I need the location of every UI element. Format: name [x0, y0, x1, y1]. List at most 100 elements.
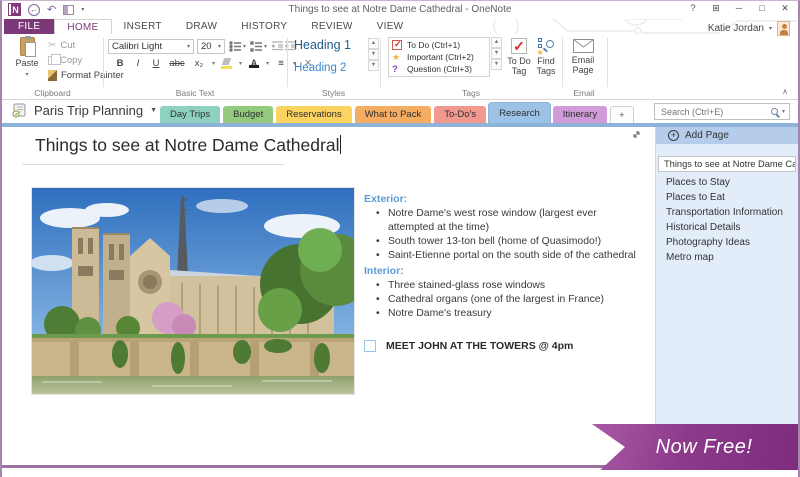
exterior-bullet[interactable]: Notre Dame's west rose window (largest e… [388, 207, 618, 235]
interior-heading[interactable]: Interior: [364, 265, 656, 277]
window-control-close[interactable]: ✕ [778, 3, 792, 14]
search-input[interactable] [659, 106, 767, 118]
interior-bullet[interactable]: Cathedral organs (one of the largest in … [388, 293, 656, 307]
section-tab-reservations[interactable]: Reservations [276, 106, 351, 123]
script-caret-icon[interactable]: ▾ [212, 60, 215, 67]
ribbon-tab-draw[interactable]: DRAW [174, 19, 229, 34]
ribbon-tab-history[interactable]: HISTORY [229, 19, 299, 34]
page-item-photography-ideas[interactable]: Photography Ideas [656, 235, 798, 250]
italic-button[interactable]: I [132, 58, 144, 69]
font-format-row: B I U abc x₂ ▾ ▾ A ▾ ≡ ▾ ✕ [114, 58, 314, 69]
interior-bullet[interactable]: Notre Dame's treasury [388, 307, 656, 321]
window-control-maximize[interactable]: □ [755, 3, 769, 14]
add-page-button[interactable]: + Add Page [656, 127, 798, 144]
style-heading2[interactable]: Heading 2 [294, 62, 366, 74]
font-size-combo[interactable]: 20▾ [197, 39, 225, 54]
window-control-ribbon-display-options[interactable]: ⊞ [709, 3, 723, 14]
tag-item-todo[interactable]: To Do (Ctrl+1) [392, 40, 486, 50]
paragraph-align-button[interactable]: ≡ [275, 58, 287, 69]
highlight-button[interactable] [221, 58, 233, 69]
onenote-window: N ← ↶ ▾ Things to see at Notre Dame Cath… [0, 0, 800, 477]
tag-icon [392, 52, 402, 62]
tags-down-icon[interactable]: ▼ [491, 48, 502, 59]
style-heading1[interactable]: Heading 1 [294, 38, 366, 52]
strikethrough-button[interactable]: abc [168, 58, 186, 69]
styles-more-icon[interactable]: ▼ [368, 60, 379, 71]
todo-checkbox[interactable] [364, 340, 376, 352]
account-caret-icon: ▾ [769, 25, 772, 32]
search-icon[interactable] [771, 108, 778, 115]
window-control-minimize[interactable]: ─ [732, 3, 746, 14]
find-tags-button[interactable]: ★ Find Tags [533, 38, 559, 76]
tags-up-icon[interactable]: ▲ [491, 37, 502, 48]
page-item-places-to-eat[interactable]: Places to Eat [656, 190, 798, 205]
search-box: ▾ [654, 103, 790, 120]
window-control-help[interactable]: ? [686, 3, 700, 14]
email-page-button[interactable]: Email Page [568, 39, 598, 75]
font-caret-icon: ▾ [187, 43, 190, 50]
underline-button[interactable]: U [150, 58, 162, 69]
section-tab-day-trips[interactable]: Day Trips [160, 106, 220, 123]
bold-button[interactable]: B [114, 58, 126, 69]
decrease-indent-button[interactable] [272, 41, 283, 51]
section-tab-to-dos[interactable]: To-Do's [434, 106, 486, 123]
format-painter-button[interactable]: Format Painter [48, 70, 124, 81]
interior-bullet[interactable]: Three stained-glass rose windows [388, 279, 656, 293]
now-free-text: Now Free! [638, 436, 753, 459]
exterior-heading[interactable]: Exterior: [364, 193, 656, 205]
tags-more-icon[interactable]: ▼ [491, 59, 502, 70]
envelope-icon [573, 39, 594, 53]
to-do-tag-button[interactable]: ✓ To Do Tag [506, 38, 532, 76]
exterior-bullet[interactable]: South tower 13-ton bell (home of Quasimo… [388, 235, 656, 249]
paste-button[interactable]: Paste ▾ [10, 37, 44, 80]
notre-dame-photo[interactable] [32, 188, 354, 394]
notebook-switcher[interactable]: Paris Trip Planning ▼ [12, 103, 157, 118]
cut-button[interactable]: ✂Cut [48, 40, 75, 51]
highlight-caret-icon[interactable]: ▾ [239, 60, 242, 67]
qat-customize-caret-icon[interactable]: ▾ [81, 6, 84, 13]
page-item-notre-dame[interactable]: Things to see at Notre Dame Cath [658, 156, 796, 172]
tags-gallery: To Do (Ctrl+1) Important (Ctrl+2) Questi… [388, 37, 490, 77]
ribbon-tab-home[interactable]: HOME [54, 19, 111, 34]
expand-page-icon[interactable] [631, 129, 642, 140]
page-item-historical-details[interactable]: Historical Details [656, 220, 798, 235]
tag-item-question[interactable]: Question (Ctrl+3) [392, 64, 486, 74]
page-item-metro-map[interactable]: Metro map [656, 250, 798, 265]
collapse-ribbon-icon[interactable]: ∧ [782, 87, 788, 96]
add-page-plus-icon: + [668, 130, 679, 141]
back-icon[interactable]: ← [28, 4, 40, 16]
search-scope-caret-icon[interactable]: ▾ [782, 108, 785, 115]
ribbon-tab-insert[interactable]: INSERT [112, 19, 174, 34]
paste-caret-icon: ▾ [25, 70, 28, 80]
bullets-button[interactable]: ▾ [229, 41, 246, 52]
section-tab-research[interactable]: Research [489, 103, 550, 123]
font-name-combo[interactable]: Calibri Light▾ [108, 39, 194, 54]
ribbon-tab-file[interactable]: FILE [4, 19, 54, 34]
section-tab-itinerary[interactable]: Itinerary [553, 106, 607, 123]
section-tab-add-section[interactable]: + [610, 106, 634, 123]
todo-text[interactable]: MEET JOHN AT THE TOWERS @ 4pm [386, 340, 573, 352]
undo-icon[interactable]: ↶ [47, 4, 56, 16]
copy-button[interactable]: Copy [48, 55, 82, 66]
subscript-button[interactable]: x₂ [192, 58, 206, 69]
account-menu[interactable]: Katie Jordan ▾ [708, 21, 790, 36]
todo-row: MEET JOHN AT THE TOWERS @ 4pm [364, 340, 656, 352]
section-tab-what-to-pack[interactable]: What to Pack [355, 106, 432, 123]
numbering-button[interactable]: ▾ [250, 41, 267, 52]
numbering-icon [250, 41, 263, 52]
page-item-transportation-information[interactable]: Transportation Information [656, 205, 798, 220]
page-item-places-to-stay[interactable]: Places to Stay [656, 175, 798, 190]
ribbon-tab-review[interactable]: REVIEW [299, 19, 364, 34]
page-title[interactable]: Things to see at Notre Dame Cathedral [35, 135, 341, 156]
styles-down-icon[interactable]: ▼ [368, 49, 379, 60]
window-title: Things to see at Notre Dame Cathedral - … [2, 4, 798, 15]
tag-icon [392, 40, 402, 50]
exterior-bullet[interactable]: Saint-Etienne portal on the south side o… [388, 249, 656, 263]
dock-to-desktop-icon[interactable] [63, 5, 74, 15]
styles-up-icon[interactable]: ▲ [368, 38, 379, 49]
ribbon-tab-view[interactable]: VIEW [365, 19, 416, 34]
font-color-caret-icon[interactable]: ▾ [266, 60, 269, 67]
font-color-button[interactable]: A [248, 59, 260, 68]
section-tab-budget[interactable]: Budget [223, 106, 273, 123]
tag-item-important[interactable]: Important (Ctrl+2) [392, 52, 486, 62]
